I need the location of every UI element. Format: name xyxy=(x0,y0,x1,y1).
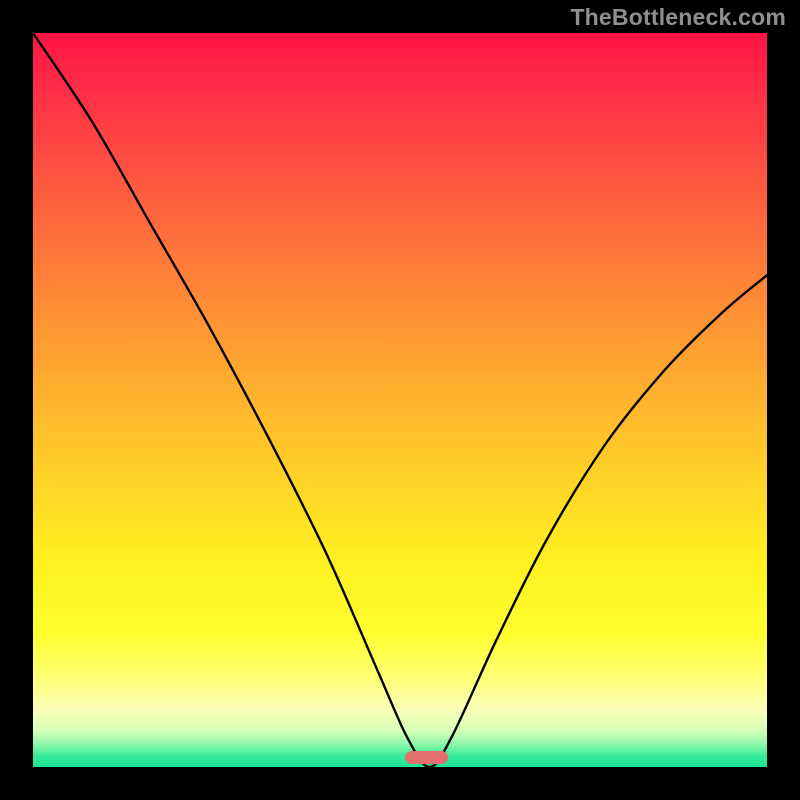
chart-curve xyxy=(33,33,767,767)
watermark-text: TheBottleneck.com xyxy=(570,4,786,31)
outer-frame: TheBottleneck.com xyxy=(0,0,800,800)
chart-plot-area xyxy=(33,33,767,767)
optimal-marker xyxy=(405,751,448,764)
